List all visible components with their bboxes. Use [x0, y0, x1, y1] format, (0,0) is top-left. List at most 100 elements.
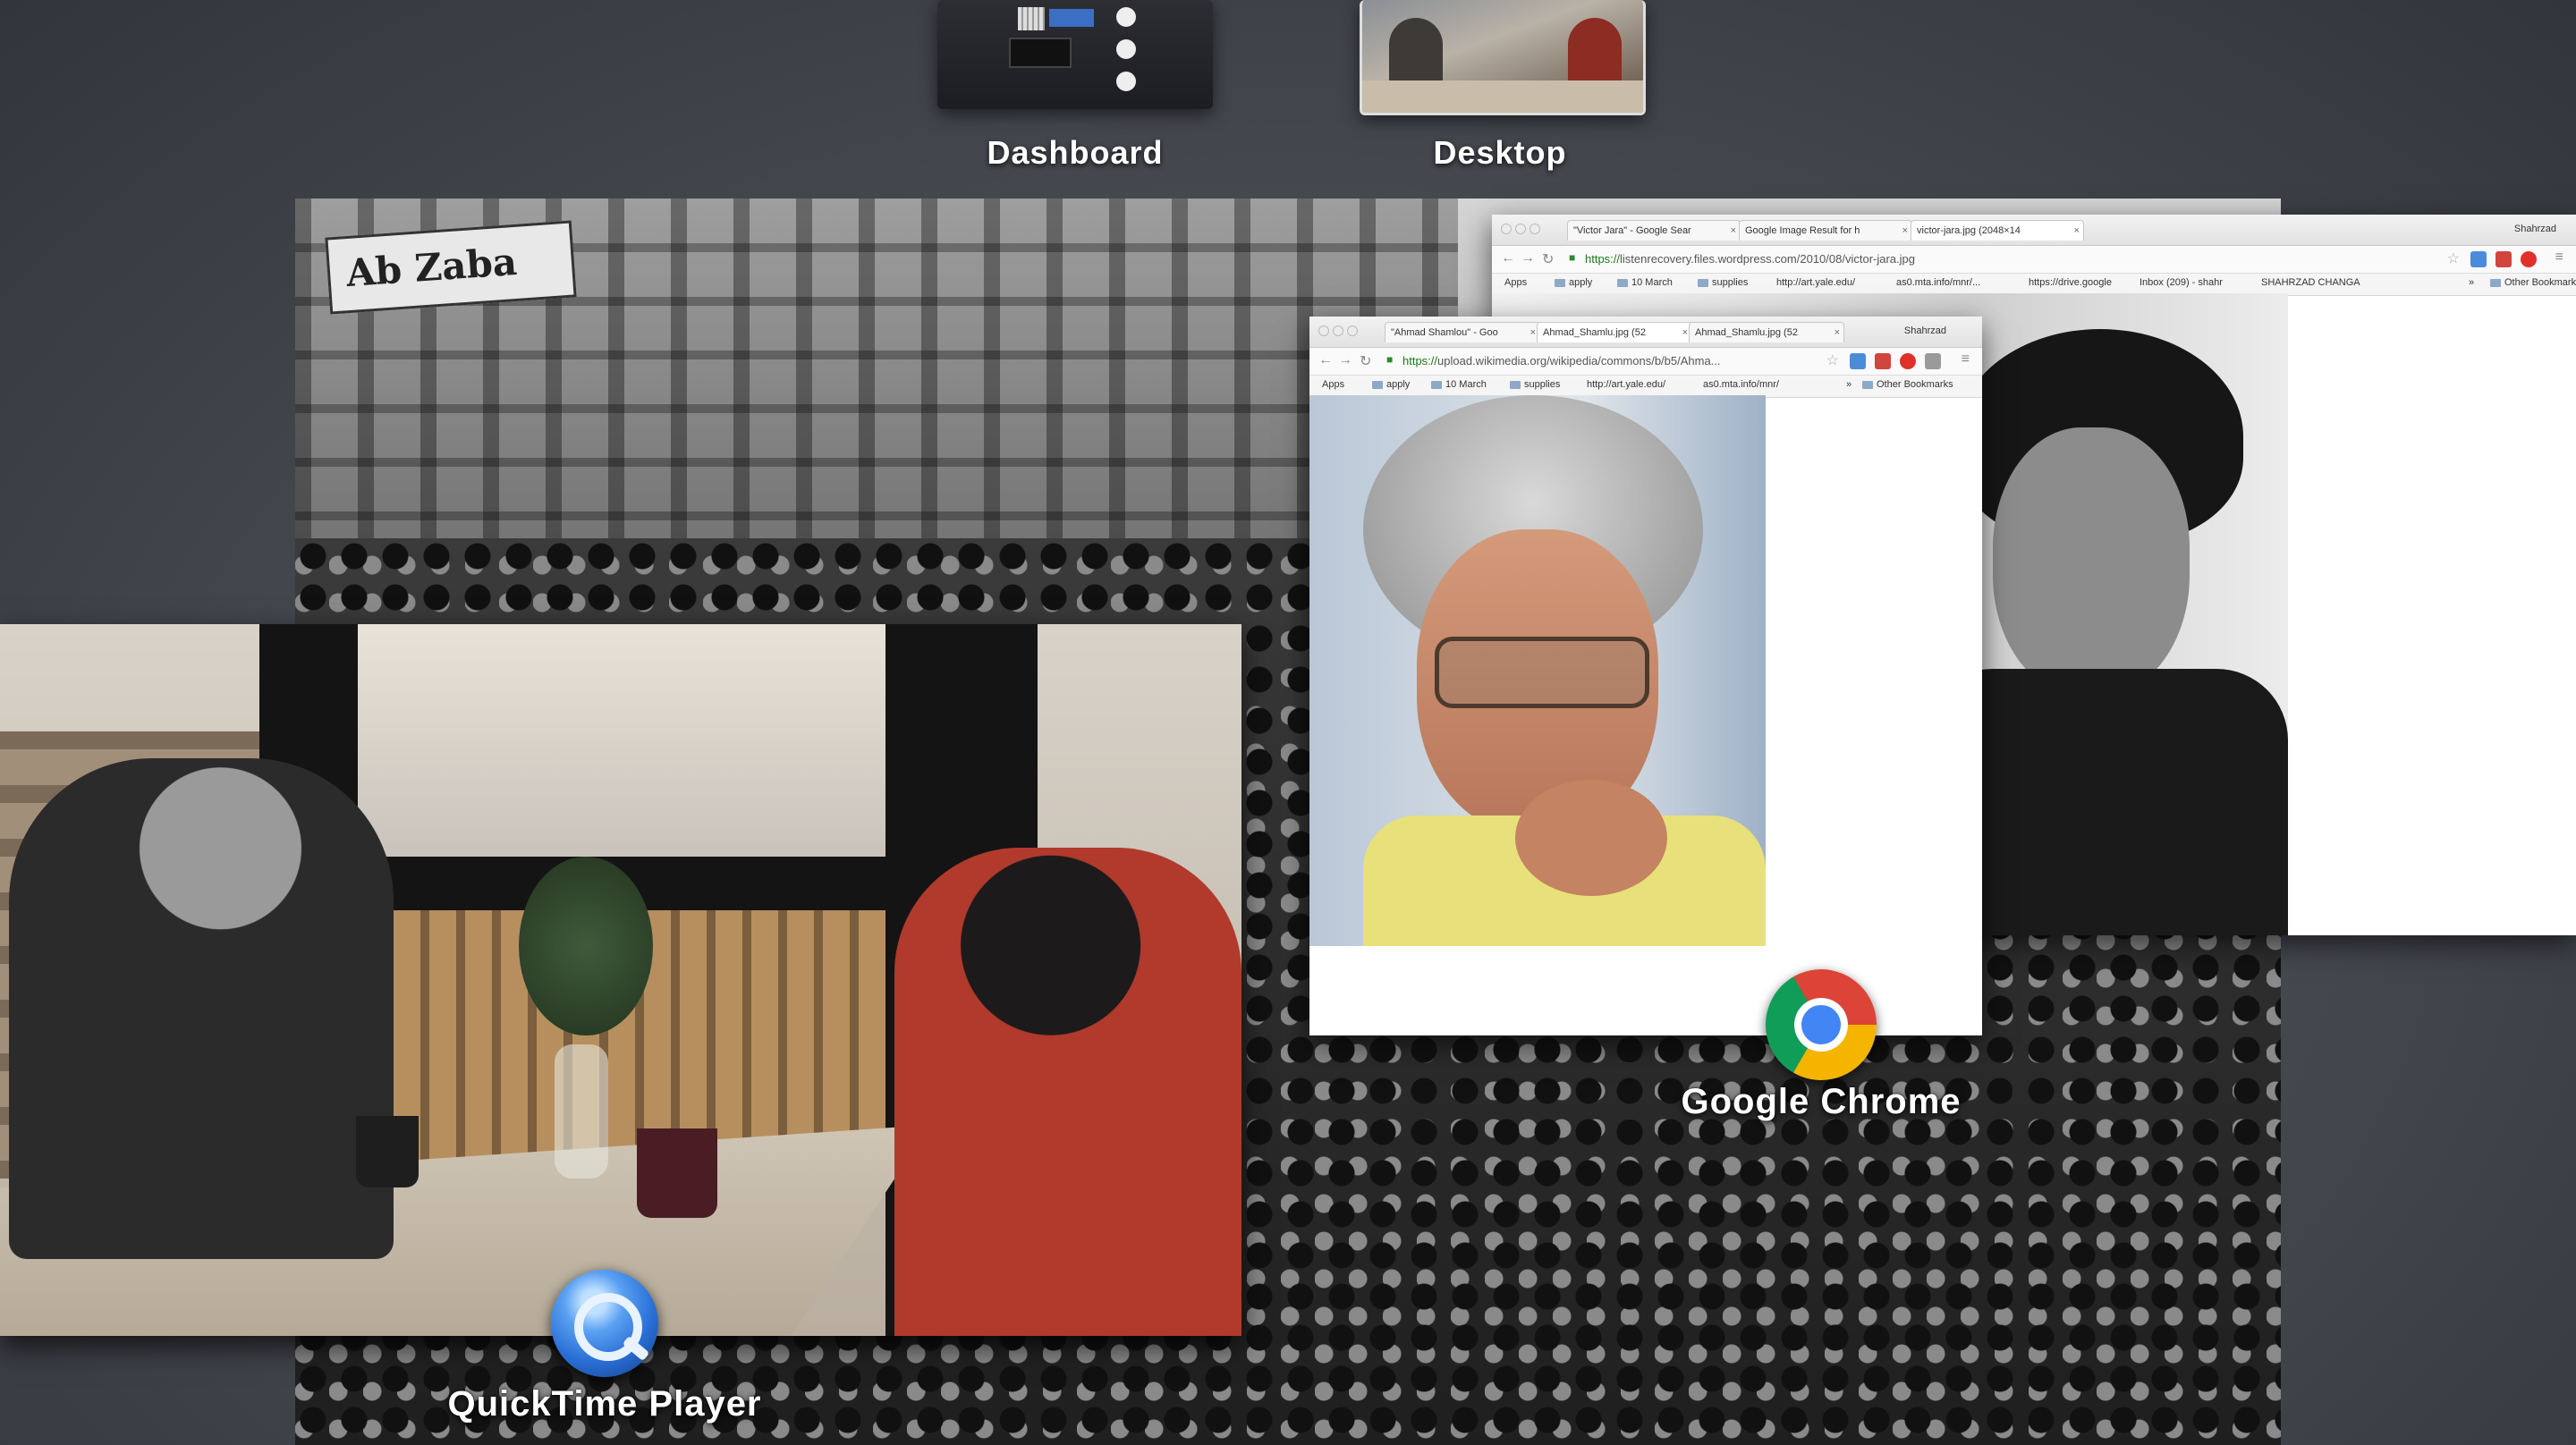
dashboard-widget-clock-1 [1116, 7, 1136, 27]
star-icon[interactable]: ☆ [2447, 249, 2460, 267]
video-vase [555, 1044, 608, 1179]
window-zoom-button[interactable] [1530, 224, 1540, 234]
chrome-app-label[interactable]: Google Chrome [1681, 1082, 1961, 1122]
url-path: /wikipedia/commons/b/b5/Ahma... [1546, 354, 1721, 368]
bookmarks-overflow-chevron[interactable]: » [1846, 379, 1852, 390]
url-field[interactable]: https://listenrecovery.files.wordpress.c… [1585, 252, 1915, 266]
extension-icon-blue[interactable] [1850, 353, 1866, 369]
reload-icon[interactable]: ↻ [1360, 352, 1371, 370]
tab-ahmad-shamlu-jpg-1[interactable]: Ahmad_Shamlu.jpg (52 × [1537, 322, 1692, 342]
bookmark-other[interactable]: Other Bookmarks [2490, 277, 2576, 288]
tab-close-icon[interactable]: × [1731, 221, 1736, 241]
bookmark-supplies[interactable]: supplies [1698, 277, 1748, 288]
bookmarks-overflow-chevron[interactable]: » [2469, 277, 2474, 288]
bookmark-art-yale[interactable]: http://art.yale.edu/ [1587, 379, 1665, 390]
chrome-window-ahmad-shamlou[interactable]: "Ahmad Shamlou" - Goo × Ahmad_Shamlu.jpg… [1309, 317, 1982, 1035]
bookmark-supplies[interactable]: supplies [1510, 379, 1560, 390]
window-minimize-button[interactable] [1333, 325, 1343, 336]
video-person-left [9, 758, 394, 1259]
dashboard-widget-grid [1018, 7, 1045, 30]
tab-label: "Ahmad Shamlou" - Goo [1391, 327, 1498, 338]
dashboard-space-label[interactable]: Dashboard [896, 134, 1254, 172]
tab-close-icon[interactable]: × [1835, 323, 1840, 342]
folder-icon [1431, 380, 1442, 389]
tab-ahmad-shamlu-jpg-2[interactable]: Ahmad_Shamlu.jpg (52 × [1689, 322, 1844, 342]
desktop-space-thumbnail[interactable] [1360, 0, 1646, 115]
back-arrow-icon[interactable]: ← [1318, 352, 1333, 368]
tab-close-icon[interactable]: × [2074, 221, 2080, 241]
desktop-thumb-person-right [1568, 18, 1622, 89]
reload-icon[interactable]: ↻ [1542, 250, 1554, 268]
dashboard-widget-calendar [1049, 9, 1094, 27]
bookmark-label: 10 March [1631, 277, 1673, 288]
quicktime-window[interactable] [0, 624, 1241, 1336]
tab-close-icon[interactable]: × [1682, 323, 1688, 342]
window-close-button[interactable] [1501, 224, 1512, 234]
quicktime-icon[interactable] [551, 1270, 658, 1377]
bookmark-label: apply [1569, 277, 1593, 288]
bookmark-apply[interactable]: apply [1555, 277, 1592, 288]
star-icon[interactable]: ☆ [1826, 351, 1839, 369]
window-close-button[interactable] [1318, 325, 1329, 336]
bookmark-other[interactable]: Other Bookmarks [1862, 379, 1953, 390]
extension-icon-blue[interactable] [2470, 251, 2487, 267]
chrome-icon[interactable] [1766, 969, 1877, 1080]
bookmark-art-yale[interactable]: http://art.yale.edu/ [1776, 277, 1855, 288]
tab-close-icon[interactable]: × [1902, 221, 1908, 241]
bookmark-label: supplies [1712, 277, 1749, 288]
bookmark-10-march[interactable]: 10 March [1431, 379, 1487, 390]
video-mug-left [356, 1116, 419, 1187]
bookmark-10-march[interactable]: 10 March [1617, 277, 1673, 288]
bookmark-apply[interactable]: apply [1372, 379, 1410, 390]
quicktime-app-label[interactable]: QuickTime Player [448, 1384, 762, 1424]
folder-icon [1372, 380, 1383, 389]
mission-control: { "spaces": { "dashboard": { "label": "D… [0, 0, 2576, 1445]
adblock-icon[interactable] [2521, 251, 2537, 267]
tab-bar: "Ahmad Shamlou" - Goo × Ahmad_Shamlu.jpg… [1309, 317, 1982, 348]
menu-icon[interactable]: ≡ [1962, 351, 1970, 368]
lock-icon: ■ [1569, 251, 1576, 264]
shamlou-glasses [1435, 637, 1649, 708]
profile-name[interactable]: Shahrzad [1904, 325, 1946, 336]
tab-label: Ahmad_Shamlu.jpg (52 [1695, 327, 1798, 338]
extension-icon-gray[interactable] [1925, 353, 1941, 369]
video-mug-right [637, 1128, 717, 1218]
dashboard-widget-dark [1009, 38, 1072, 68]
url-scheme: https:// [1402, 354, 1438, 368]
shamlou-hand [1515, 780, 1667, 896]
bookmark-inbox[interactable]: Inbox (209) - shahr [2140, 277, 2223, 288]
bookmark-apps[interactable]: Apps [1504, 277, 1527, 288]
bookmark-shahrzad[interactable]: SHAHRZAD CHANGA [2261, 277, 2360, 288]
adblock-icon[interactable] [1900, 353, 1916, 369]
lock-icon: ■ [1386, 353, 1394, 366]
tab-victor-jara-search[interactable]: "Victor Jara" - Google Sear × [1567, 220, 1741, 241]
bookmark-drive[interactable]: https://drive.google [2029, 277, 2112, 288]
tab-ahmad-shamlou-search[interactable]: "Ahmad Shamlou" - Goo × [1385, 322, 1540, 342]
bookmark-label: apply [1386, 379, 1411, 390]
dashboard-widget-clock-2 [1116, 39, 1136, 59]
window-zoom-button[interactable] [1347, 325, 1358, 336]
video-skyline [358, 624, 886, 857]
ahmad-shamlou-photo [1309, 395, 1766, 946]
bookmark-mta[interactable]: as0.mta.info/mnr/... [1896, 277, 1980, 288]
tab-google-image-result[interactable]: Google Image Result for h × [1739, 220, 1912, 241]
forward-arrow-icon[interactable]: → [1338, 352, 1352, 368]
window-minimize-button[interactable] [1515, 224, 1526, 234]
desktop-space-label[interactable]: Desktop [1321, 134, 1679, 172]
bookmark-apps[interactable]: Apps [1322, 379, 1344, 390]
bookmark-mta[interactable]: as0.mta.info/mnr/ [1703, 379, 1779, 390]
bookmark-label: Other Bookmarks [2504, 277, 2576, 288]
profile-name[interactable]: Shahrzad [2514, 224, 2556, 234]
extension-icon-red[interactable] [1875, 353, 1891, 369]
forward-arrow-icon[interactable]: → [1521, 250, 1535, 266]
tab-label: Google Image Result for h [1745, 225, 1860, 236]
tab-victor-jara-jpg[interactable]: victor-jara.jpg (2048×14 × [1911, 220, 2084, 241]
extension-icon-red[interactable] [2496, 251, 2512, 267]
back-arrow-icon[interactable]: ← [1501, 250, 1515, 266]
dashboard-widget-clock-3 [1116, 72, 1136, 91]
url-field[interactable]: https://upload.wikimedia.org/wikipedia/c… [1402, 354, 1721, 368]
dashboard-space-thumbnail[interactable] [937, 0, 1213, 109]
tab-close-icon[interactable]: × [1530, 323, 1536, 342]
menu-icon[interactable]: ≡ [2555, 249, 2563, 266]
bookmark-label: 10 March [1445, 379, 1487, 390]
